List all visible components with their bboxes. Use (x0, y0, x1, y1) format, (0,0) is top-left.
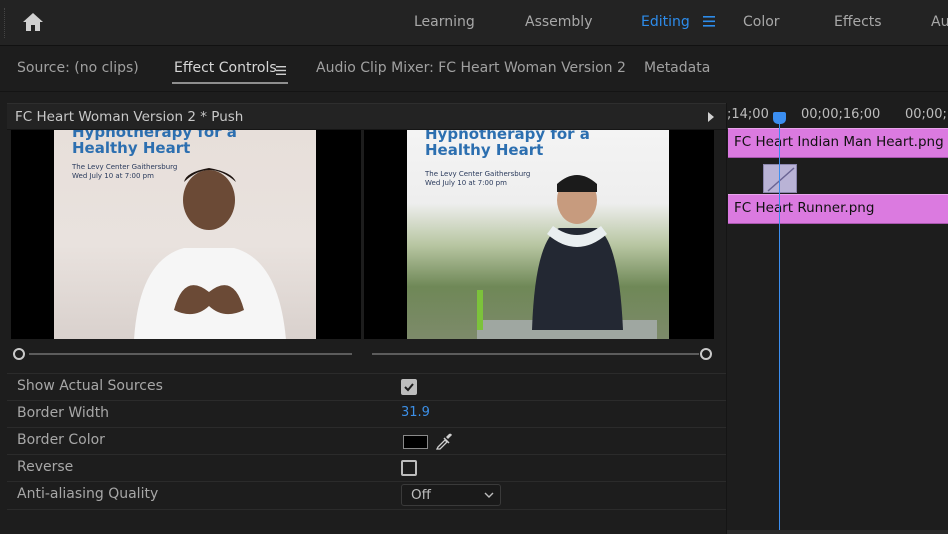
workspace-assembly[interactable]: Assembly (525, 14, 592, 30)
playhead-line[interactable] (779, 117, 780, 534)
preview-b: Hypnotherapy for a Healthy Heart The Lev… (364, 130, 714, 339)
preview-b-slider[interactable] (364, 348, 714, 362)
poster-image-a: Hypnotherapy for a Healthy Heart The Lev… (54, 130, 316, 339)
preview-a-slider[interactable] (11, 348, 361, 362)
prop-show-actual-sources: Show Actual Sources (7, 373, 727, 400)
timecode-2: 00;00;16;00 (801, 107, 881, 122)
workspace-color[interactable]: Color (743, 14, 780, 30)
end-slider-handle[interactable] (700, 348, 712, 360)
prop-border-color: Border Color (7, 427, 727, 454)
border-width-value[interactable]: 31.9 (401, 405, 430, 420)
panel-menu-icon[interactable] (276, 66, 286, 75)
workspace-bar: Learning Assembly Editing Color Effects … (0, 0, 948, 46)
reverse-checkbox[interactable] (401, 460, 417, 476)
start-slider-track[interactable] (29, 353, 352, 355)
border-color-label: Border Color (17, 432, 105, 448)
preview-a: Hypnotherapy for a Healthy Heart The Lev… (11, 130, 361, 339)
tab-audio-clip-mixer[interactable]: Audio Clip Mixer: FC Heart Woman Version… (316, 60, 626, 76)
timeline-scrollbar[interactable] (727, 530, 948, 534)
effect-controls-panel: FC Heart Woman Version 2 * Push Hypnothe… (7, 103, 727, 534)
start-slider-handle[interactable] (13, 348, 25, 360)
person-heart-graphic (134, 168, 286, 339)
timecode-1: ;14;00 (727, 107, 769, 122)
tab-metadata[interactable]: Metadata (644, 60, 710, 76)
prop-border-width: Border Width 31.9 (7, 400, 727, 427)
effect-timeline: ;14;00 00;00;16;00 00;00;1 FC Heart Indi… (726, 103, 948, 534)
anti-aliasing-value: Off (411, 487, 431, 503)
prop-reverse: Reverse (7, 454, 727, 481)
border-color-swatch[interactable] (403, 435, 428, 449)
show-actual-sources-checkbox[interactable] (401, 379, 417, 395)
play-transition-icon[interactable] (708, 112, 714, 122)
poster-b-headline: Hypnotherapy for a Healthy Heart (425, 130, 590, 159)
anti-aliasing-label: Anti-aliasing Quality (17, 486, 159, 502)
tab-effect-controls[interactable]: Effect Controls (174, 60, 277, 76)
clip-a[interactable]: FC Heart Indian Man Heart.png (728, 128, 948, 158)
workspace-editing[interactable]: Editing (641, 14, 690, 30)
poster-image-b: Hypnotherapy for a Healthy Heart The Lev… (407, 130, 669, 339)
workspace-effects[interactable]: Effects (834, 14, 882, 30)
border-width-label: Border Width (17, 405, 110, 421)
panel-grip[interactable] (4, 8, 7, 38)
workspace-menu-icon[interactable] (703, 16, 715, 27)
check-icon (404, 383, 414, 392)
transition-icon (767, 167, 795, 192)
eyedropper-icon[interactable] (435, 432, 453, 450)
workspace-learning[interactable]: Learning (414, 14, 475, 30)
anti-aliasing-dropdown[interactable]: Off (401, 484, 501, 506)
clip-b[interactable]: FC Heart Runner.png (728, 194, 948, 224)
clip-header: FC Heart Woman Version 2 * Push (7, 103, 727, 130)
timecode-3: 00;00;1 (905, 107, 948, 122)
chevron-down-icon (484, 492, 494, 498)
home-icon[interactable] (22, 12, 44, 32)
runner-graphic (477, 175, 657, 339)
reverse-label: Reverse (17, 459, 74, 475)
clip-a-label: FC Heart Indian Man Heart.png (734, 134, 944, 150)
panel-tab-bar: Source: (no clips) Effect Controls Audio… (0, 48, 948, 92)
tab-source[interactable]: Source: (no clips) (17, 60, 139, 76)
playhead-handle[interactable] (773, 112, 786, 124)
workspace-audio[interactable]: Au (931, 14, 948, 30)
clip-title: FC Heart Woman Version 2 * Push (15, 109, 244, 125)
push-transition[interactable] (763, 164, 797, 193)
end-slider-track[interactable] (372, 353, 699, 355)
prop-anti-aliasing: Anti-aliasing Quality Off (7, 481, 727, 510)
poster-a-headline: Hypnotherapy for a Healthy Heart (72, 130, 237, 157)
active-tab-indicator (172, 82, 288, 84)
clip-b-label: FC Heart Runner.png (734, 200, 875, 216)
show-actual-sources-label: Show Actual Sources (17, 378, 163, 394)
